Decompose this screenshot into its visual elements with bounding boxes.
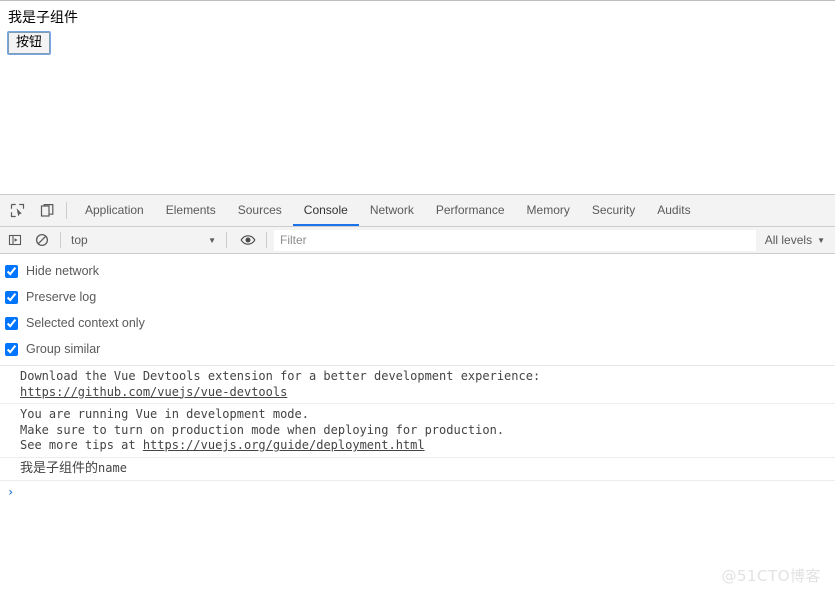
preserve-log-checkbox[interactable]: [5, 290, 18, 304]
console-settings: Hide network Preserve log Selected conte…: [0, 254, 835, 366]
message-text-mono: name: [98, 460, 127, 475]
log-levels-label: All levels: [764, 233, 813, 247]
prompt-caret-icon: ›: [7, 484, 15, 499]
console-prompt-input[interactable]: [20, 484, 835, 500]
tab-performance[interactable]: Performance: [425, 195, 516, 226]
hide-network-checkbox[interactable]: [5, 264, 18, 278]
message-text: See more tips at: [20, 438, 143, 452]
vue-deployment-link[interactable]: https://vuejs.org/guide/deployment.html: [143, 438, 425, 452]
devtools-panel: Application Elements Sources Console Net…: [0, 194, 835, 597]
clear-console-icon[interactable]: [30, 228, 54, 252]
console-sidebar-icon[interactable]: [3, 228, 27, 252]
execution-context-dropdown[interactable]: top ▼: [67, 233, 220, 247]
tab-audits[interactable]: Audits: [646, 195, 701, 226]
group-similar-label: Group similar: [26, 342, 101, 356]
console-message: Download the Vue Devtools extension for …: [0, 366, 835, 404]
console-message: You are running Vue in development mode.…: [0, 404, 835, 458]
page-viewport: 我是子组件 按钮: [0, 0, 835, 194]
toolbar-divider-1: [60, 232, 61, 248]
tab-console[interactable]: Console: [292, 195, 359, 226]
watermark: @51CTO博客: [721, 567, 821, 585]
preserve-log-label: Preserve log: [26, 290, 97, 304]
console-messages: Download the Vue Devtools extension for …: [0, 366, 835, 507]
vue-devtools-link[interactable]: https://github.com/vuejs/vue-devtools: [20, 385, 287, 399]
page-content: 我是子组件 按钮: [0, 1, 835, 55]
toolbar-divider-3: [266, 232, 267, 248]
live-expression-eye-icon[interactable]: [236, 228, 260, 252]
tab-sources[interactable]: Sources: [227, 195, 293, 226]
setting-preserve-log[interactable]: Preserve log: [0, 284, 835, 310]
setting-selected-context-only[interactable]: Selected context only: [0, 310, 835, 336]
message-text: Make sure to turn on production mode whe…: [20, 422, 505, 437]
console-filter-input[interactable]: [274, 229, 756, 251]
page-heading: 我是子组件: [8, 10, 78, 26]
group-similar-checkbox[interactable]: [5, 342, 18, 356]
message-text: 我是子组件的: [20, 460, 99, 476]
toolbar-divider-2: [226, 232, 227, 248]
log-levels-dropdown[interactable]: All levels ▼: [757, 233, 835, 247]
chevron-down-icon: ▼: [208, 235, 216, 245]
device-toolbar-icon[interactable]: [34, 198, 60, 224]
selected-context-only-checkbox[interactable]: [5, 316, 18, 330]
tab-security[interactable]: Security: [581, 195, 646, 226]
selected-context-only-label: Selected context only: [26, 316, 145, 330]
tab-elements[interactable]: Elements: [155, 195, 227, 226]
message-text: Download the Vue Devtools extension for …: [20, 369, 541, 383]
page-action-button[interactable]: 按钮: [6, 31, 52, 55]
devtools-tabstrip: Application Elements Sources Console Net…: [0, 195, 835, 227]
hide-network-label: Hide network: [26, 264, 99, 278]
tab-application[interactable]: Application: [74, 195, 155, 226]
message-text: You are running Vue in development mode.: [20, 407, 309, 421]
console-toolbar: top ▼ All levels ▼: [0, 227, 835, 254]
execution-context-label: top: [71, 233, 88, 247]
setting-group-similar[interactable]: Group similar: [0, 336, 835, 362]
tabstrip-divider: [66, 202, 67, 219]
chevron-down-icon: ▼: [817, 235, 825, 245]
tab-memory[interactable]: Memory: [516, 195, 581, 226]
inspect-element-icon[interactable]: [4, 198, 30, 224]
console-prompt[interactable]: ›: [0, 481, 835, 507]
console-message: 我是子组件的name: [0, 458, 835, 481]
tab-network[interactable]: Network: [359, 195, 425, 226]
setting-hide-network[interactable]: Hide network: [0, 258, 835, 284]
